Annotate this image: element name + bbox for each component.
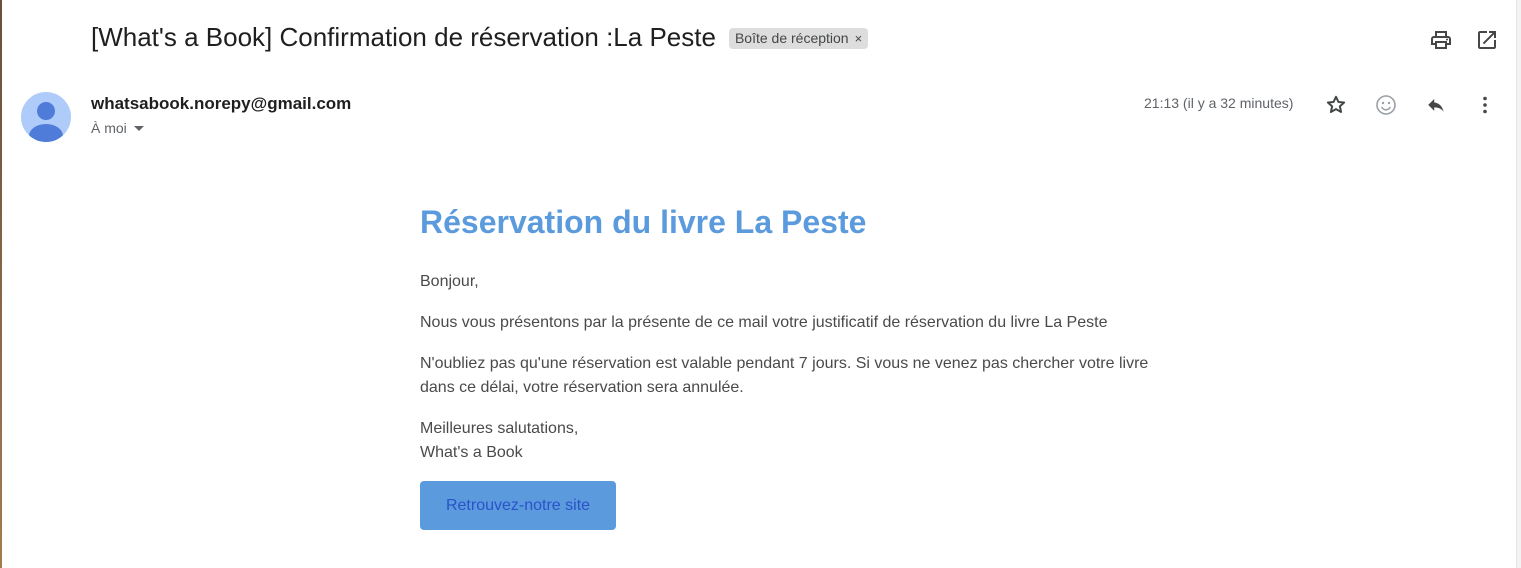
- body-paragraph-2: N'oubliez pas qu'une réservation est val…: [420, 352, 1180, 400]
- inbox-label-text: Boîte de réception: [734, 30, 849, 46]
- visit-site-button[interactable]: Retrouvez-notre site: [420, 481, 616, 530]
- closing-line: Meilleures salutations,: [420, 420, 579, 437]
- signature: Meilleures salutations, What's a Book: [420, 417, 1180, 465]
- print-icon[interactable]: [1429, 28, 1453, 52]
- subject-row: [What's a Book] Confirmation de réservat…: [91, 22, 869, 53]
- more-vert-icon[interactable]: [1473, 93, 1497, 117]
- window-left-edge: [0, 0, 2, 568]
- sender-email[interactable]: whatsabook.norepy@gmail.com: [91, 94, 351, 114]
- emoji-icon[interactable]: [1374, 93, 1398, 117]
- recipient-line[interactable]: À moi: [91, 120, 144, 136]
- email-heading: Réservation du livre La Peste: [420, 204, 867, 240]
- open-in-new-window-icon[interactable]: [1475, 28, 1499, 52]
- scrollbar[interactable]: [1516, 0, 1521, 568]
- body-paragraph-2-line-2: dans ce délai, votre réservation sera an…: [420, 379, 744, 396]
- recipient-text: À moi: [91, 120, 127, 136]
- email-subject: [What's a Book] Confirmation de réservat…: [91, 22, 716, 52]
- body-paragraph-1: Nous vous présentons par la présente de …: [420, 314, 1108, 331]
- body-paragraph-2-line-1: N'oubliez pas qu'une réservation est val…: [420, 355, 1149, 372]
- signature-name: What's a Book: [420, 444, 523, 461]
- greeting: Bonjour,: [420, 273, 479, 290]
- inbox-label-chip[interactable]: Boîte de réception ×: [728, 28, 869, 49]
- person-icon: [29, 102, 63, 142]
- email-timestamp: 21:13 (il y a 32 minutes): [1144, 95, 1294, 111]
- remove-label-button[interactable]: ×: [855, 31, 863, 46]
- sender-avatar[interactable]: [21, 92, 71, 142]
- reply-icon[interactable]: [1424, 93, 1448, 117]
- email-body: Réservation du livre La Peste Bonjour, N…: [420, 198, 1180, 465]
- star-icon[interactable]: [1324, 93, 1348, 117]
- recipient-details-caret-icon[interactable]: [133, 125, 144, 131]
